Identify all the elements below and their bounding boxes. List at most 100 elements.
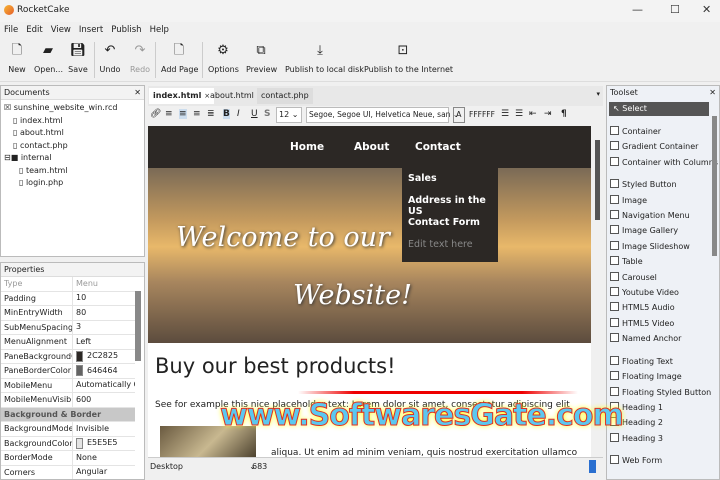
- submenu-sales[interactable]: Sales: [408, 173, 437, 184]
- tool-floating-text[interactable]: Floating Text: [607, 354, 713, 369]
- property-row[interactable]: Corners Angular: [1, 465, 135, 480]
- tree-file[interactable]: ▯ index.html: [4, 115, 141, 128]
- bullet-list-icon[interactable]: ☰: [501, 109, 509, 119]
- new-button[interactable]: 🗋 New: [6, 42, 28, 74]
- property-value[interactable]: Menu: [73, 277, 135, 291]
- toolset-scrollbar[interactable]: [712, 116, 717, 256]
- submenu-edit-placeholder[interactable]: Edit text here: [408, 239, 473, 250]
- property-row[interactable]: BackgroundColor E5E5E5: [1, 436, 135, 451]
- property-value[interactable]: 3: [73, 321, 135, 335]
- redo-button[interactable]: ↷ Redo: [129, 42, 151, 74]
- tabs-overflow-icon[interactable]: ▾: [596, 90, 600, 98]
- justify-icon[interactable]: ≣: [207, 109, 215, 119]
- tree-file[interactable]: ▯ login.php: [4, 177, 141, 190]
- tree-file[interactable]: ▯ about.html: [4, 127, 141, 140]
- font-size-select[interactable]: 12 ⌄: [276, 107, 302, 123]
- tool-html5-audio[interactable]: HTML5 Audio: [607, 300, 713, 315]
- tab-index[interactable]: index.html ×: [149, 88, 215, 104]
- text-color-button[interactable]: A: [453, 107, 465, 123]
- tool-youtube-video[interactable]: Youtube Video: [607, 285, 713, 300]
- tab-contact[interactable]: contact.php: [257, 88, 313, 104]
- align-right-icon[interactable]: ≡: [193, 109, 201, 119]
- nav-home[interactable]: Home: [290, 141, 324, 153]
- property-value[interactable]: 80: [73, 306, 135, 320]
- text-color-value[interactable]: FFFFFF: [469, 110, 495, 119]
- property-value[interactable]: E5E5E5: [73, 437, 135, 451]
- save-button[interactable]: 💾︎ Save: [67, 42, 89, 74]
- strikethrough-button[interactable]: S: [264, 109, 270, 119]
- options-button[interactable]: ⚙ Options: [208, 42, 239, 74]
- navigation-menu[interactable]: Home About Contact: [148, 126, 591, 168]
- undo-button[interactable]: ↶ Undo: [99, 42, 121, 74]
- submenu-address[interactable]: Address in the US: [408, 195, 498, 217]
- tool-image-gallery[interactable]: Image Gallery: [607, 223, 713, 238]
- menu-insert[interactable]: Insert: [79, 25, 103, 35]
- property-value[interactable]: 10: [73, 292, 135, 306]
- nav-about[interactable]: About: [354, 141, 389, 153]
- publish-internet-button[interactable]: ⊡ Publish to the Internet: [364, 42, 453, 74]
- open-button[interactable]: ▰ Open...: [34, 42, 63, 74]
- property-row[interactable]: PaneBorderColor 646464: [1, 364, 135, 379]
- tool-navigation-menu[interactable]: Navigation Menu: [607, 208, 713, 223]
- indent-icon[interactable]: ⇥: [544, 109, 552, 119]
- publish-local-button[interactable]: ⤓ Publish to local disk: [285, 42, 364, 74]
- submenu-contact-form[interactable]: Contact Form: [408, 217, 480, 228]
- tool-container[interactable]: Container: [607, 124, 713, 139]
- property-row[interactable]: MobileMenuAutomatically Generated: [1, 378, 135, 393]
- tool-styled-button[interactable]: Styled Button: [607, 177, 713, 192]
- property-group[interactable]: Background & Border: [1, 407, 135, 422]
- property-value[interactable]: Invisible: [73, 422, 135, 436]
- property-value[interactable]: Left: [73, 335, 135, 349]
- align-left-icon[interactable]: ≡: [165, 109, 173, 119]
- tool-html5-video[interactable]: HTML5 Video: [607, 316, 713, 331]
- menu-file[interactable]: File: [4, 25, 18, 35]
- font-family-select[interactable]: Segoe, Segoe UI, Helvetica Neue, san ⌄: [306, 107, 459, 123]
- align-center-icon[interactable]: ≡: [179, 109, 187, 119]
- close-documents-icon[interactable]: ✕: [134, 88, 141, 97]
- properties-scrollbar[interactable]: [135, 291, 141, 361]
- tool-select[interactable]: ↖ Select: [609, 102, 709, 116]
- width-slider-handle[interactable]: [589, 460, 596, 473]
- property-row[interactable]: MobileMenuVisibleWidth600: [1, 393, 135, 408]
- menu-help[interactable]: Help: [150, 25, 169, 35]
- property-value[interactable]: Automatically Generated: [73, 379, 135, 393]
- preview-button[interactable]: ⧉ Preview: [246, 42, 277, 74]
- property-value[interactable]: 600: [73, 393, 135, 407]
- tool-table[interactable]: Table: [607, 254, 713, 269]
- property-row[interactable]: BackgroundMode Invisible: [1, 422, 135, 437]
- tool-named-anchor[interactable]: Named Anchor: [607, 331, 713, 346]
- tool-image-slideshow[interactable]: Image Slideshow: [607, 239, 713, 254]
- color-swatch[interactable]: [76, 365, 83, 377]
- tab-about[interactable]: about.html: [206, 88, 258, 104]
- outdent-icon[interactable]: ⇤: [529, 109, 537, 119]
- property-value[interactable]: 2C2825: [73, 350, 135, 364]
- tree-folder[interactable]: ⊟■ internal: [4, 152, 141, 165]
- color-swatch[interactable]: [76, 437, 83, 449]
- property-row[interactable]: PaneBackgroundColor2C2825: [1, 349, 135, 364]
- italic-button[interactable]: I: [237, 109, 240, 119]
- menu-publish[interactable]: Publish: [111, 25, 141, 35]
- tool-floating-image[interactable]: Floating Image: [607, 369, 713, 384]
- property-row[interactable]: Padding 10: [1, 291, 135, 306]
- close-button[interactable]: ✕: [702, 3, 711, 16]
- menu-view[interactable]: View: [51, 25, 71, 35]
- maximize-button[interactable]: ☐: [670, 3, 680, 16]
- numbered-list-icon[interactable]: ☰: [515, 109, 523, 119]
- tool-gradient-container[interactable]: Gradient Container: [607, 139, 713, 154]
- property-row[interactable]: BorderMode None: [1, 451, 135, 466]
- bold-button[interactable]: B: [223, 109, 230, 119]
- property-value[interactable]: None: [73, 451, 135, 465]
- property-row[interactable]: SubMenuSpacing 3: [1, 320, 135, 335]
- close-toolset-icon[interactable]: ✕: [709, 88, 716, 97]
- tool-web-form[interactable]: Web Form: [607, 453, 713, 468]
- color-swatch[interactable]: [76, 350, 83, 362]
- link-icon[interactable]: 🔗︎: [150, 109, 161, 119]
- tool-heading-3[interactable]: Heading 3: [607, 431, 713, 446]
- tree-file[interactable]: ▯ team.html: [4, 165, 141, 178]
- property-row[interactable]: Type Menu: [1, 277, 135, 292]
- nav-contact[interactable]: Contact: [415, 141, 461, 153]
- tree-root[interactable]: ☒ sunshine_website_win.rcd: [4, 102, 141, 115]
- menu-edit[interactable]: Edit: [26, 25, 42, 35]
- property-value[interactable]: Angular: [73, 466, 135, 480]
- property-row[interactable]: MenuAlignment Left: [1, 335, 135, 350]
